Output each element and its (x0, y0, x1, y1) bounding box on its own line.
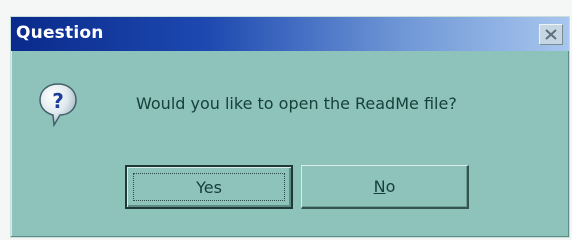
no-mnemonic: N (373, 177, 386, 196)
no-button[interactable]: No (301, 165, 469, 209)
window-title: Question (16, 23, 104, 43)
close-button[interactable] (539, 24, 563, 45)
no-rest: o (385, 177, 396, 196)
dialog-message: Would you like to open the ReadMe file? (136, 94, 457, 113)
question-icon: ? (39, 83, 77, 128)
close-icon (545, 29, 557, 40)
yes-button[interactable]: Yes (125, 165, 293, 209)
title-bar[interactable]: Question (11, 17, 569, 51)
no-button-label: No (374, 177, 396, 196)
question-dialog: Question ? Would you like to open the Re… (10, 16, 570, 238)
svg-text:?: ? (52, 89, 64, 113)
focus-rect (133, 173, 285, 201)
